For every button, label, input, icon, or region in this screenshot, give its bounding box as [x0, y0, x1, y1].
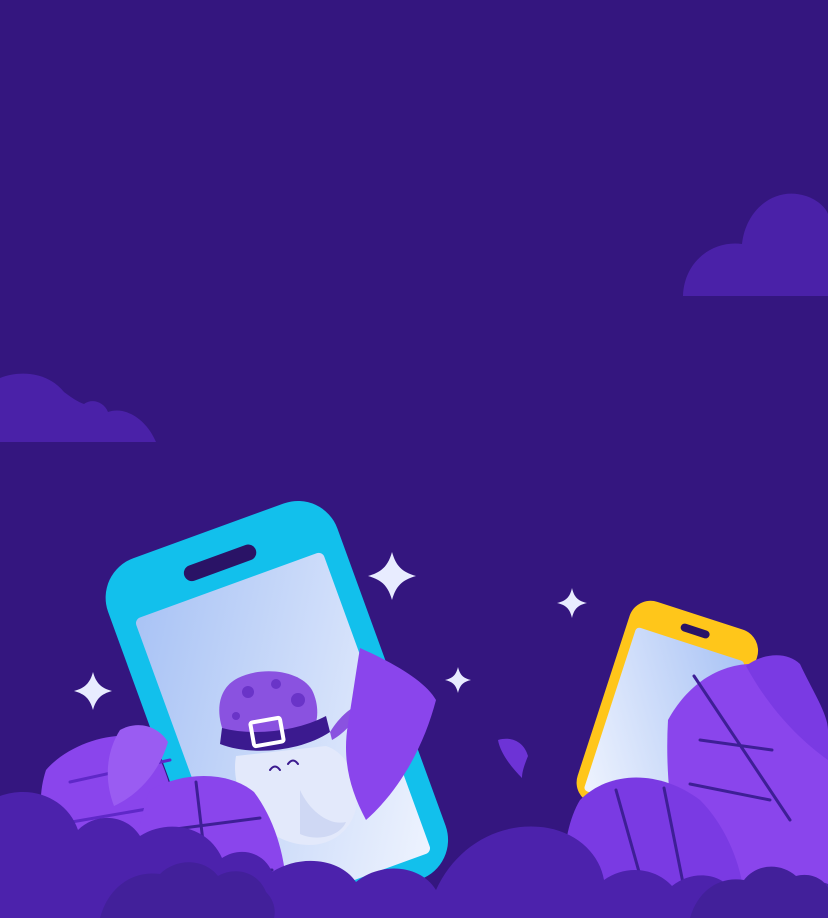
illustration-canvas	[0, 0, 828, 918]
illustration-scene	[0, 0, 828, 918]
